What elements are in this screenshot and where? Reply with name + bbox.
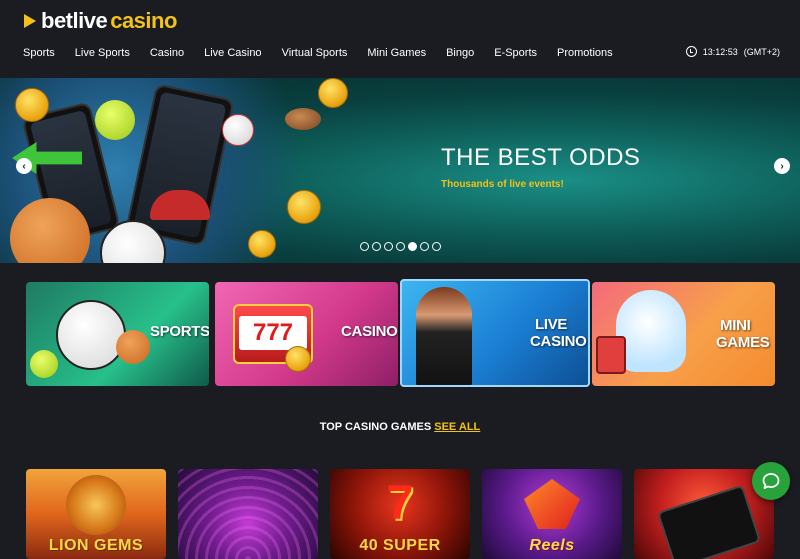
handheld-console-image [596, 336, 626, 374]
category-tile-sports[interactable]: SPORTS [26, 282, 209, 386]
pagination-dot[interactable] [396, 242, 405, 251]
tennis-ball-image [95, 100, 135, 140]
banner-prev-button[interactable]: ‹ [16, 158, 32, 174]
pagination-dot[interactable] [420, 242, 429, 251]
soccer-ball-image [56, 300, 126, 370]
category-label: SPORTS [150, 323, 209, 340]
pagination-dot[interactable] [432, 242, 441, 251]
dealer-image [416, 287, 472, 385]
logo-text-casino: casino [110, 8, 177, 33]
nav-live-casino[interactable]: Live Casino [194, 44, 271, 62]
pagination-dot-active[interactable] [408, 242, 417, 251]
banner-next-button[interactable]: › [774, 158, 790, 174]
live-chat-button[interactable] [752, 462, 790, 500]
lion-image [66, 475, 126, 535]
game-title: Reels [529, 537, 575, 554]
baseball-image [222, 114, 254, 146]
coin-image [285, 346, 311, 372]
game-title: 40 SUPER [359, 537, 441, 554]
neon-lights-image [178, 469, 318, 559]
nav-mini-games[interactable]: Mini Games [357, 44, 436, 62]
pagination-dot[interactable] [384, 242, 393, 251]
section-title: TOP CASINO GAMES [319, 421, 432, 433]
tablet-image [656, 484, 762, 559]
yeti-image [616, 290, 686, 372]
game-tile-lion-gems[interactable]: LION GEMS [26, 469, 166, 559]
game-tile-neon[interactable] [178, 469, 318, 559]
logo-text-bet: betlive [41, 8, 108, 33]
tennis-ball-image [30, 350, 58, 378]
slot-sevens-image: 777 [239, 316, 307, 350]
nav-casino[interactable]: Casino [140, 44, 194, 62]
category-label-line1: LIVE [535, 316, 568, 333]
game-title: LION GEMS [48, 537, 144, 554]
nav-virtual-sports[interactable]: Virtual Sports [272, 44, 358, 62]
play-icon [24, 14, 36, 28]
clock-time: 13:12:53 [702, 46, 738, 57]
rugby-ball-image [285, 108, 321, 130]
category-tile-mini-games[interactable]: MINI GAMES [592, 282, 775, 386]
pagination-dot[interactable] [372, 242, 381, 251]
nav-e-sports[interactable]: E-Sports [484, 44, 547, 62]
coin-image [287, 190, 321, 224]
clock-icon [685, 46, 697, 57]
hero-banner[interactable]: THE BEST ODDS Thousands of live events! … [0, 78, 800, 263]
top-casino-games-heading: TOP CASINO GAMES SEE ALL [0, 421, 800, 433]
clock: 13:12:53 (GMT+2) [685, 46, 780, 57]
clock-timezone: (GMT+2) [743, 46, 780, 57]
wolf-image [524, 479, 580, 529]
category-label: CASINO [341, 323, 398, 340]
basketball-image [116, 330, 150, 364]
site-header: betlive casino Sports Live Sports Casino … [0, 0, 800, 78]
banner-title: THE BEST ODDS [441, 144, 641, 171]
category-tile-casino[interactable]: 777 CASINO [215, 282, 398, 386]
category-label-line2: GAMES [716, 334, 770, 351]
chat-bubble-icon [762, 473, 780, 489]
category-label-line2: CASINO [530, 333, 587, 350]
coin-image [318, 78, 348, 108]
main-nav: Sports Live Sports Casino Live Casino Vi… [13, 44, 623, 62]
category-label-line1: MINI [720, 317, 751, 334]
coin-image [248, 230, 276, 258]
logo[interactable]: betlive casino [24, 8, 177, 34]
banner-pagination [360, 242, 441, 251]
nav-promotions[interactable]: Promotions [547, 44, 623, 62]
category-tile-live-casino[interactable]: LIVE CASINO [400, 279, 590, 387]
seven-symbol-image: 7 [386, 477, 414, 530]
game-tile-40-super[interactable]: 7 40 SUPER [330, 469, 470, 559]
pagination-dot[interactable] [360, 242, 369, 251]
coin-image [15, 88, 49, 122]
banner-subtitle: Thousands of live events! [441, 179, 564, 190]
nav-bingo[interactable]: Bingo [436, 44, 484, 62]
nav-sports[interactable]: Sports [13, 44, 65, 62]
nav-live-sports[interactable]: Live Sports [65, 44, 140, 62]
game-tile-reels[interactable]: Reels [482, 469, 622, 559]
see-all-link[interactable]: SEE ALL [434, 421, 480, 433]
